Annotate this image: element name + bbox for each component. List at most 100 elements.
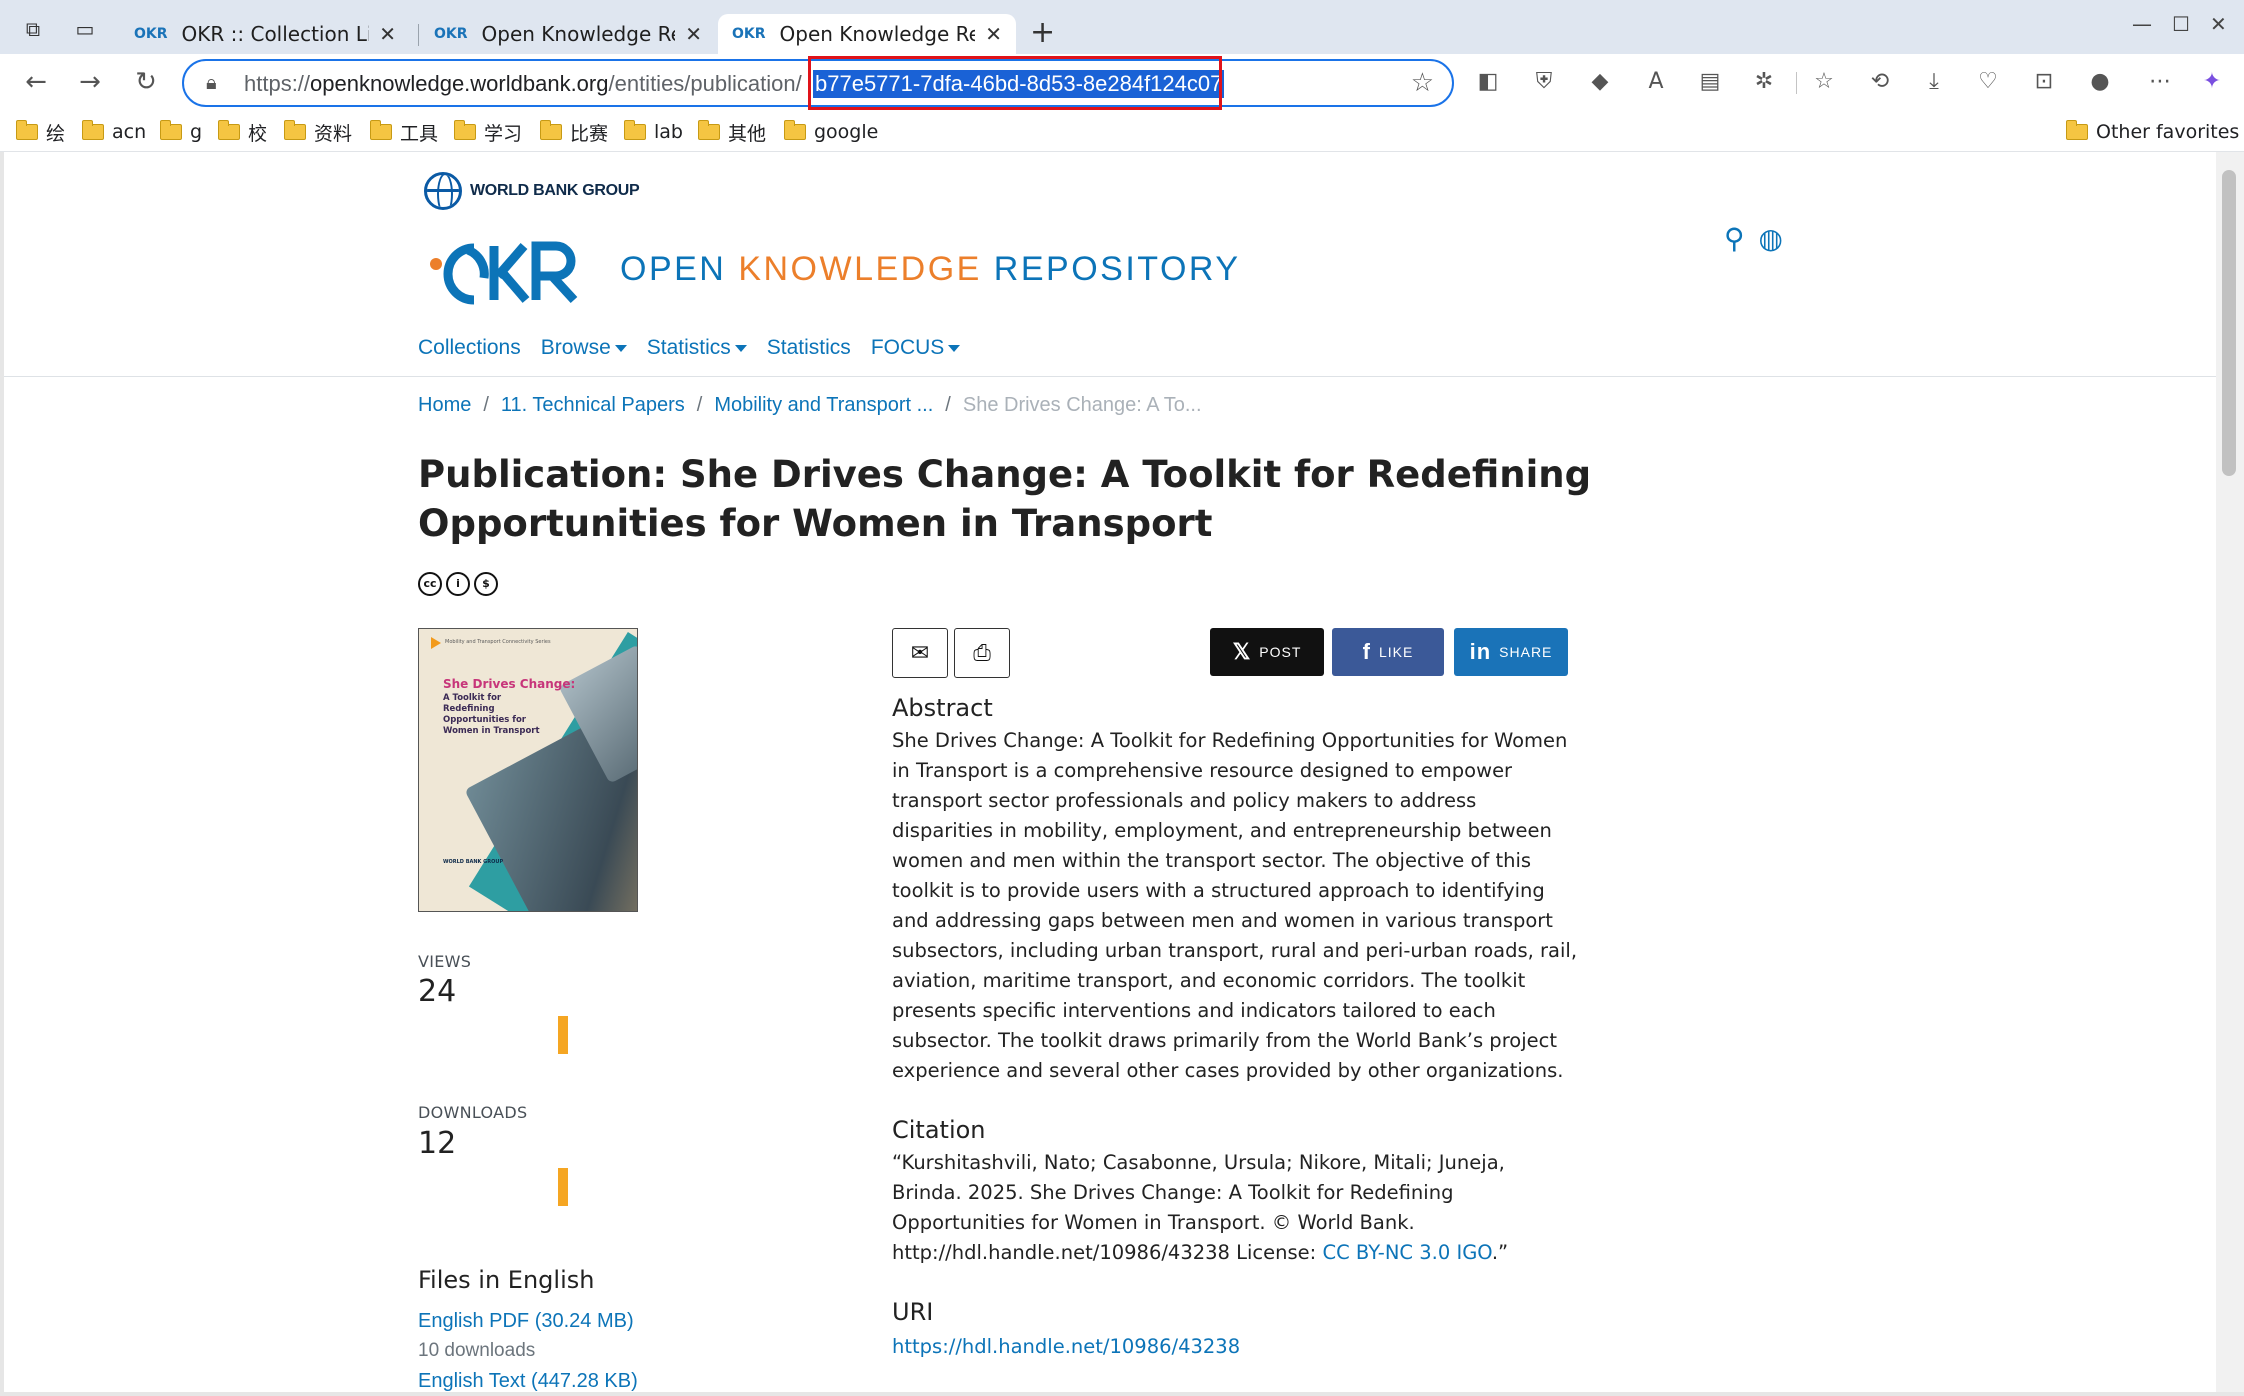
tab-open-knowledge-repository-active[interactable]: OKR Open Knowledge Reposito ✕ xyxy=(718,14,1016,54)
uri-link[interactable]: https://hdl.handle.net/10986/43238 xyxy=(892,1332,1578,1362)
bookmark-folder[interactable]: 绘 xyxy=(16,112,65,152)
world-bank-group-logo[interactable]: WORLD BANK GROUP xyxy=(424,172,640,210)
linkedin-share-button[interactable]: in SHARE xyxy=(1454,628,1568,676)
views-label: VIEWS xyxy=(418,952,472,971)
file-link-text[interactable]: English Text (447.28 KB) xyxy=(418,1370,638,1392)
bookmark-folder[interactable]: 工具 xyxy=(370,112,438,152)
print-button[interactable]: ⎙ xyxy=(954,628,1010,678)
folder-icon xyxy=(784,120,806,140)
breadcrumb-home[interactable]: Home xyxy=(418,394,471,416)
more-menu-icon[interactable]: ⋯ xyxy=(2144,66,2176,98)
folder-icon xyxy=(2066,120,2088,140)
window-bottom-edge xyxy=(0,1392,2244,1396)
bookmarks-bar: 绘 acn g 校 资料 工具 学习 比赛 lab 其他 google Othe… xyxy=(0,112,2244,152)
email-button[interactable]: ✉ xyxy=(892,628,948,678)
bookmark-folder[interactable]: 比赛 xyxy=(540,112,608,152)
extensions-puzzle-icon[interactable]: ✲ xyxy=(1748,66,1780,98)
x-post-button[interactable]: 𝕏 POST xyxy=(1210,628,1324,676)
copilot-icon[interactable]: ✦ xyxy=(2196,66,2228,98)
bookmark-folder[interactable]: 其他 xyxy=(698,112,766,152)
scrollbar-thumb[interactable] xyxy=(2222,170,2236,476)
folder-icon xyxy=(16,120,38,140)
maximize-icon[interactable]: ☐ xyxy=(2172,12,2190,36)
new-tab-button[interactable]: + xyxy=(1030,16,1055,50)
abstract-heading: Abstract xyxy=(892,694,993,722)
breadcrumb-current: She Drives Change: A To... xyxy=(962,394,1202,416)
back-arrow-icon[interactable]: ← xyxy=(18,64,54,100)
folder-icon xyxy=(624,120,646,140)
bookmark-folder[interactable]: g xyxy=(160,112,202,152)
close-tab-icon[interactable]: ✕ xyxy=(685,22,702,46)
close-window-icon[interactable]: ✕ xyxy=(2210,12,2227,36)
okr-logo[interactable] xyxy=(428,238,588,308)
screenshot-icon[interactable]: ⊡ xyxy=(2028,66,2060,98)
bookmark-folder[interactable]: 学习 xyxy=(454,112,522,152)
page-scrollbar[interactable] xyxy=(2216,152,2244,1396)
file-link-pdf[interactable]: English PDF (30.24 MB) xyxy=(418,1310,634,1333)
page-title: Publication: She Drives Change: A Toolki… xyxy=(418,453,1592,545)
header-actions: ⚲ ◍ xyxy=(1724,222,1783,255)
vertical-tabs-icon[interactable]: ▭ xyxy=(70,14,100,44)
caret-down-icon xyxy=(948,344,961,352)
language-globe-icon[interactable]: ◍ xyxy=(1759,222,1783,255)
search-icon[interactable]: ⚲ xyxy=(1724,222,1745,255)
nav-focus-dropdown[interactable]: FOCUS xyxy=(871,336,961,360)
noncommercial-icon: $ xyxy=(474,572,498,596)
downloads-sparkline-bar xyxy=(558,1168,568,1206)
files-heading: Files in English xyxy=(418,1266,595,1294)
bookmark-folder[interactable]: acn xyxy=(82,112,146,152)
printer-icon: ⎙ xyxy=(973,640,991,666)
bookmark-folder[interactable]: lab xyxy=(624,112,683,152)
close-tab-icon[interactable]: ✕ xyxy=(379,22,396,46)
bookmark-folder[interactable]: 校 xyxy=(218,112,267,152)
history-icon[interactable]: ⟲ xyxy=(1864,66,1896,98)
caret-down-icon xyxy=(734,344,747,352)
refresh-icon[interactable]: ↻ xyxy=(128,64,164,100)
facebook-like-button[interactable]: f LIKE xyxy=(1332,628,1444,676)
minimize-icon[interactable]: — xyxy=(2132,12,2152,36)
profile-avatar-icon[interactable]: ● xyxy=(2084,66,2116,98)
workspaces-icon[interactable]: ⧉ xyxy=(18,14,48,44)
downloads-label: DOWNLOADS xyxy=(418,1103,528,1122)
reading-view-icon[interactable]: ▤ xyxy=(1694,66,1726,98)
forward-arrow-icon[interactable]: → xyxy=(72,64,108,100)
tab-divider xyxy=(418,24,419,46)
extension-icon[interactable]: ◧ xyxy=(1472,66,1504,98)
tab-okr-collection-list[interactable]: OKR OKR :: Collection List ✕ xyxy=(120,14,410,54)
downloads-icon[interactable]: ⤓ xyxy=(1918,66,1950,98)
lock-icon[interactable]: 🔒︎ xyxy=(206,70,217,94)
favorites-icon[interactable]: ☆ xyxy=(1808,66,1840,98)
extension-bitwarden-icon[interactable]: ⛨ xyxy=(1528,66,1560,98)
page-viewport: WORLD BANK GROUP OPEN KNOWLEDGE REPOSITO… xyxy=(4,152,2216,1392)
nav-statistics-dropdown[interactable]: Statistics xyxy=(647,336,747,360)
citation-text: “Kurshitashvili, Nato; Casabonne, Ursula… xyxy=(892,1151,1509,1264)
nav-browse-dropdown[interactable]: Browse xyxy=(541,336,627,360)
nav-collections[interactable]: Collections xyxy=(418,336,521,360)
favorite-star-icon[interactable]: ☆ xyxy=(1411,68,1434,98)
folder-icon xyxy=(284,120,306,140)
globe-icon xyxy=(424,172,462,210)
x-logo-icon: 𝕏 xyxy=(1232,639,1252,664)
license-icons[interactable]: cc i $ xyxy=(418,572,498,596)
nav-statistics[interactable]: Statistics xyxy=(767,336,851,360)
license-link[interactable]: CC BY-NC 3.0 IGO xyxy=(1322,1241,1491,1264)
breadcrumb-technical-papers[interactable]: 11. Technical Papers xyxy=(501,394,685,416)
extension-translate-icon[interactable]: ◆ xyxy=(1584,66,1616,98)
other-favorites-folder[interactable]: Other favorites xyxy=(2066,112,2239,152)
translate-icon[interactable]: A xyxy=(1640,66,1672,98)
breadcrumb-mobility-transport[interactable]: Mobility and Transport ... xyxy=(714,394,933,416)
okr-favicon-icon: OKR xyxy=(134,26,168,42)
site-name[interactable]: OPEN KNOWLEDGE REPOSITORY xyxy=(620,250,1241,289)
close-tab-icon[interactable]: ✕ xyxy=(985,22,1002,46)
tab-open-knowledge-repository[interactable]: OKR Open Knowledge Reposito ✕ xyxy=(420,14,716,54)
linkedin-icon: in xyxy=(1469,639,1492,664)
citation-heading: Citation xyxy=(892,1116,986,1144)
downloads-count: 12 xyxy=(418,1126,457,1161)
folder-icon xyxy=(82,120,104,140)
folder-icon xyxy=(160,120,182,140)
bookmark-folder[interactable]: google xyxy=(784,112,878,152)
performance-icon[interactable]: ♡ xyxy=(1972,66,2004,98)
bookmark-folder[interactable]: 资料 xyxy=(284,112,352,152)
publication-cover-thumbnail[interactable]: Mobility and Transport Connectivity Seri… xyxy=(418,628,638,912)
breadcrumb: Home/11. Technical Papers / Mobility and T… xyxy=(418,394,1202,416)
